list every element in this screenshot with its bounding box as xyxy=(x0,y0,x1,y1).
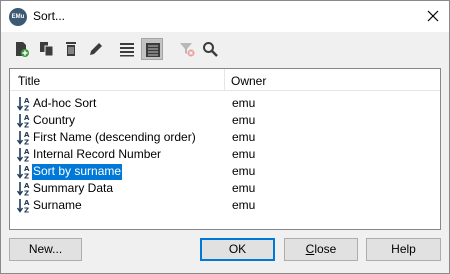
row-title: First Name (descending order) xyxy=(33,130,196,144)
row-title: Country xyxy=(33,113,76,127)
column-header-title[interactable]: ^ Title xyxy=(10,69,225,91)
list-view-icon xyxy=(120,43,134,57)
window-title: Sort... xyxy=(33,9,66,23)
sort-az-icon: AZ xyxy=(16,129,32,147)
sort-az-icon: AZ xyxy=(16,163,32,181)
sort-list[interactable]: ^ Title Owner A Z Ad-hoc Sort emu A Z Country e… xyxy=(9,68,441,230)
svg-text:Z: Z xyxy=(24,156,29,164)
row-owner: emu xyxy=(232,147,256,161)
sort-az-icon: AZ xyxy=(16,146,32,164)
search-icon xyxy=(203,42,218,57)
list-row[interactable]: A Z Internal Record Number emu xyxy=(10,146,440,164)
svg-text:Z: Z xyxy=(24,139,29,147)
column-owner-label: Owner xyxy=(231,74,267,88)
svg-text:Z: Z xyxy=(24,173,29,181)
edit-button[interactable] xyxy=(85,38,107,60)
search-button[interactable] xyxy=(199,38,221,60)
emu-app-icon: EMu xyxy=(9,8,27,26)
ok-button[interactable]: OK xyxy=(200,238,275,261)
help-button[interactable]: Help xyxy=(366,238,441,261)
row-title: Surname xyxy=(33,198,82,212)
column-title-label: Title xyxy=(18,74,41,88)
filter-clear-button[interactable] xyxy=(176,38,198,60)
svg-text:Z: Z xyxy=(24,190,29,198)
list-row[interactable]: A Z Summary Data emu xyxy=(10,180,440,198)
sort-az-icon: AZ xyxy=(16,95,32,113)
new-button[interactable]: New... xyxy=(9,238,82,261)
list-view-button[interactable] xyxy=(116,38,138,60)
svg-text:Z: Z xyxy=(24,122,29,130)
title-bar: EMu Sort... xyxy=(1,1,449,32)
copy-icon xyxy=(40,42,54,57)
column-header-owner[interactable]: Owner xyxy=(225,69,440,91)
delete-icon xyxy=(66,42,76,56)
row-owner: emu xyxy=(232,96,256,110)
row-title: Summary Data xyxy=(33,181,114,195)
list-row[interactable]: A Z Sort by surname emu xyxy=(10,163,440,181)
details-view-button[interactable] xyxy=(141,38,163,60)
svg-text:Z: Z xyxy=(24,207,29,215)
filter-clear-icon xyxy=(180,43,195,57)
new-sort-button[interactable] xyxy=(10,38,32,60)
list-row[interactable]: A Z First Name (descending order) emu xyxy=(10,129,440,147)
row-owner: emu xyxy=(232,130,256,144)
sort-az-icon: AZ xyxy=(16,112,32,130)
close-window-button[interactable] xyxy=(421,6,445,26)
details-view-icon xyxy=(146,43,160,57)
row-title: Ad-hoc Sort xyxy=(33,96,97,110)
delete-button[interactable] xyxy=(60,38,82,60)
row-owner: emu xyxy=(232,181,256,195)
edit-icon xyxy=(90,43,102,55)
sort-az-icon: AZ xyxy=(16,197,32,215)
row-title: Internal Record Number xyxy=(33,147,162,161)
new-sort-icon xyxy=(16,42,29,57)
list-row[interactable]: A Z Surname emu xyxy=(10,197,440,215)
row-title: Sort by surname xyxy=(32,164,123,180)
row-owner: emu xyxy=(232,164,256,178)
row-owner: emu xyxy=(232,198,256,212)
list-header: ^ Title Owner xyxy=(10,69,440,91)
close-icon xyxy=(427,10,439,22)
sort-az-icon: AZ xyxy=(16,180,32,198)
sort-dialog: EMu Sort... ^ Title Owner A Z Ad-hoc Sor… xyxy=(0,0,450,274)
svg-text:Z: Z xyxy=(24,105,29,113)
list-row[interactable]: A Z Country emu xyxy=(10,112,440,130)
close-button[interactable]: Close xyxy=(284,238,358,261)
list-row[interactable]: A Z Ad-hoc Sort emu xyxy=(10,95,440,113)
toolbar xyxy=(1,32,449,65)
close-button-label: lose xyxy=(314,242,337,256)
copy-button[interactable] xyxy=(36,38,58,60)
row-owner: emu xyxy=(232,113,256,127)
